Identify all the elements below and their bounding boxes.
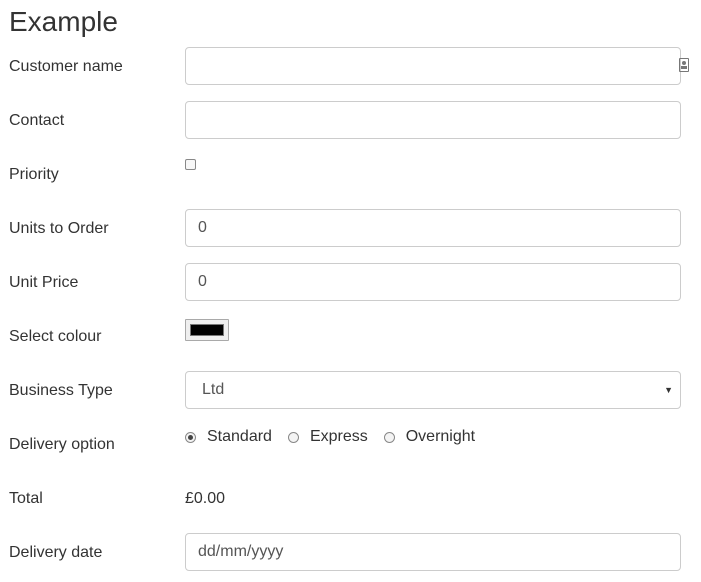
delivery-option-label: Delivery option: [9, 436, 115, 453]
total-value: £0.00: [185, 490, 226, 507]
business-type-row: Business Type Ltd ▼: [0, 371, 701, 409]
business-type-select[interactable]: Ltd ▼: [185, 371, 681, 409]
order-form-page: Example Customer name Contact Priority U…: [0, 0, 701, 582]
delivery-date-row: Delivery date dd/mm/yyyy: [0, 533, 701, 571]
colour-picker[interactable]: [185, 319, 229, 341]
business-type-label: Business Type: [9, 382, 113, 399]
units-row: Units to Order 0: [0, 209, 701, 247]
delivery-date-input[interactable]: dd/mm/yyyy: [185, 533, 681, 571]
contact-label: Contact: [9, 112, 65, 129]
delivery-date-label: Delivery date: [9, 544, 103, 561]
priority-row: Priority: [0, 155, 701, 193]
radio-overnight-label: Overnight: [405, 428, 476, 445]
radio-standard[interactable]: Standard: [185, 427, 272, 447]
customer-name-input[interactable]: [185, 47, 681, 85]
total-label: Total: [9, 490, 43, 507]
business-type-value: Ltd: [202, 381, 225, 398]
units-label: Units to Order: [9, 220, 109, 237]
delivery-option-group: Standard Express Overnight: [185, 425, 491, 449]
radio-overnight-circle[interactable]: [383, 431, 395, 443]
radio-express-circle[interactable]: [287, 431, 299, 443]
delivery-option-row: Delivery option Standard Express Overnig…: [0, 425, 701, 463]
priority-label: Priority: [9, 166, 59, 183]
page-title: Example: [9, 6, 118, 37]
colour-label: Select colour: [9, 328, 102, 345]
radio-standard-circle[interactable]: [185, 431, 196, 443]
radio-overnight[interactable]: Overnight: [383, 427, 476, 447]
radio-express-label: Express: [309, 428, 368, 445]
customer-name-label: Customer name: [9, 58, 123, 75]
contact-card-icon[interactable]: [679, 58, 689, 72]
customer-name-row: Customer name: [0, 47, 701, 85]
priority-checkbox[interactable]: [185, 159, 196, 170]
radio-express[interactable]: Express: [287, 427, 368, 447]
unit-price-label: Unit Price: [9, 274, 79, 291]
contact-input[interactable]: [185, 101, 681, 139]
unit-price-input[interactable]: 0: [185, 263, 681, 301]
total-row: Total £0.00: [0, 479, 701, 517]
chevron-down-icon: ▼: [664, 385, 673, 395]
colour-row: Select colour: [0, 317, 701, 355]
radio-standard-label: Standard: [207, 428, 272, 445]
unit-price-row: Unit Price 0: [0, 263, 701, 301]
contact-row: Contact: [0, 101, 701, 139]
colour-swatch-fill: [190, 324, 224, 336]
units-input[interactable]: 0: [185, 209, 681, 247]
